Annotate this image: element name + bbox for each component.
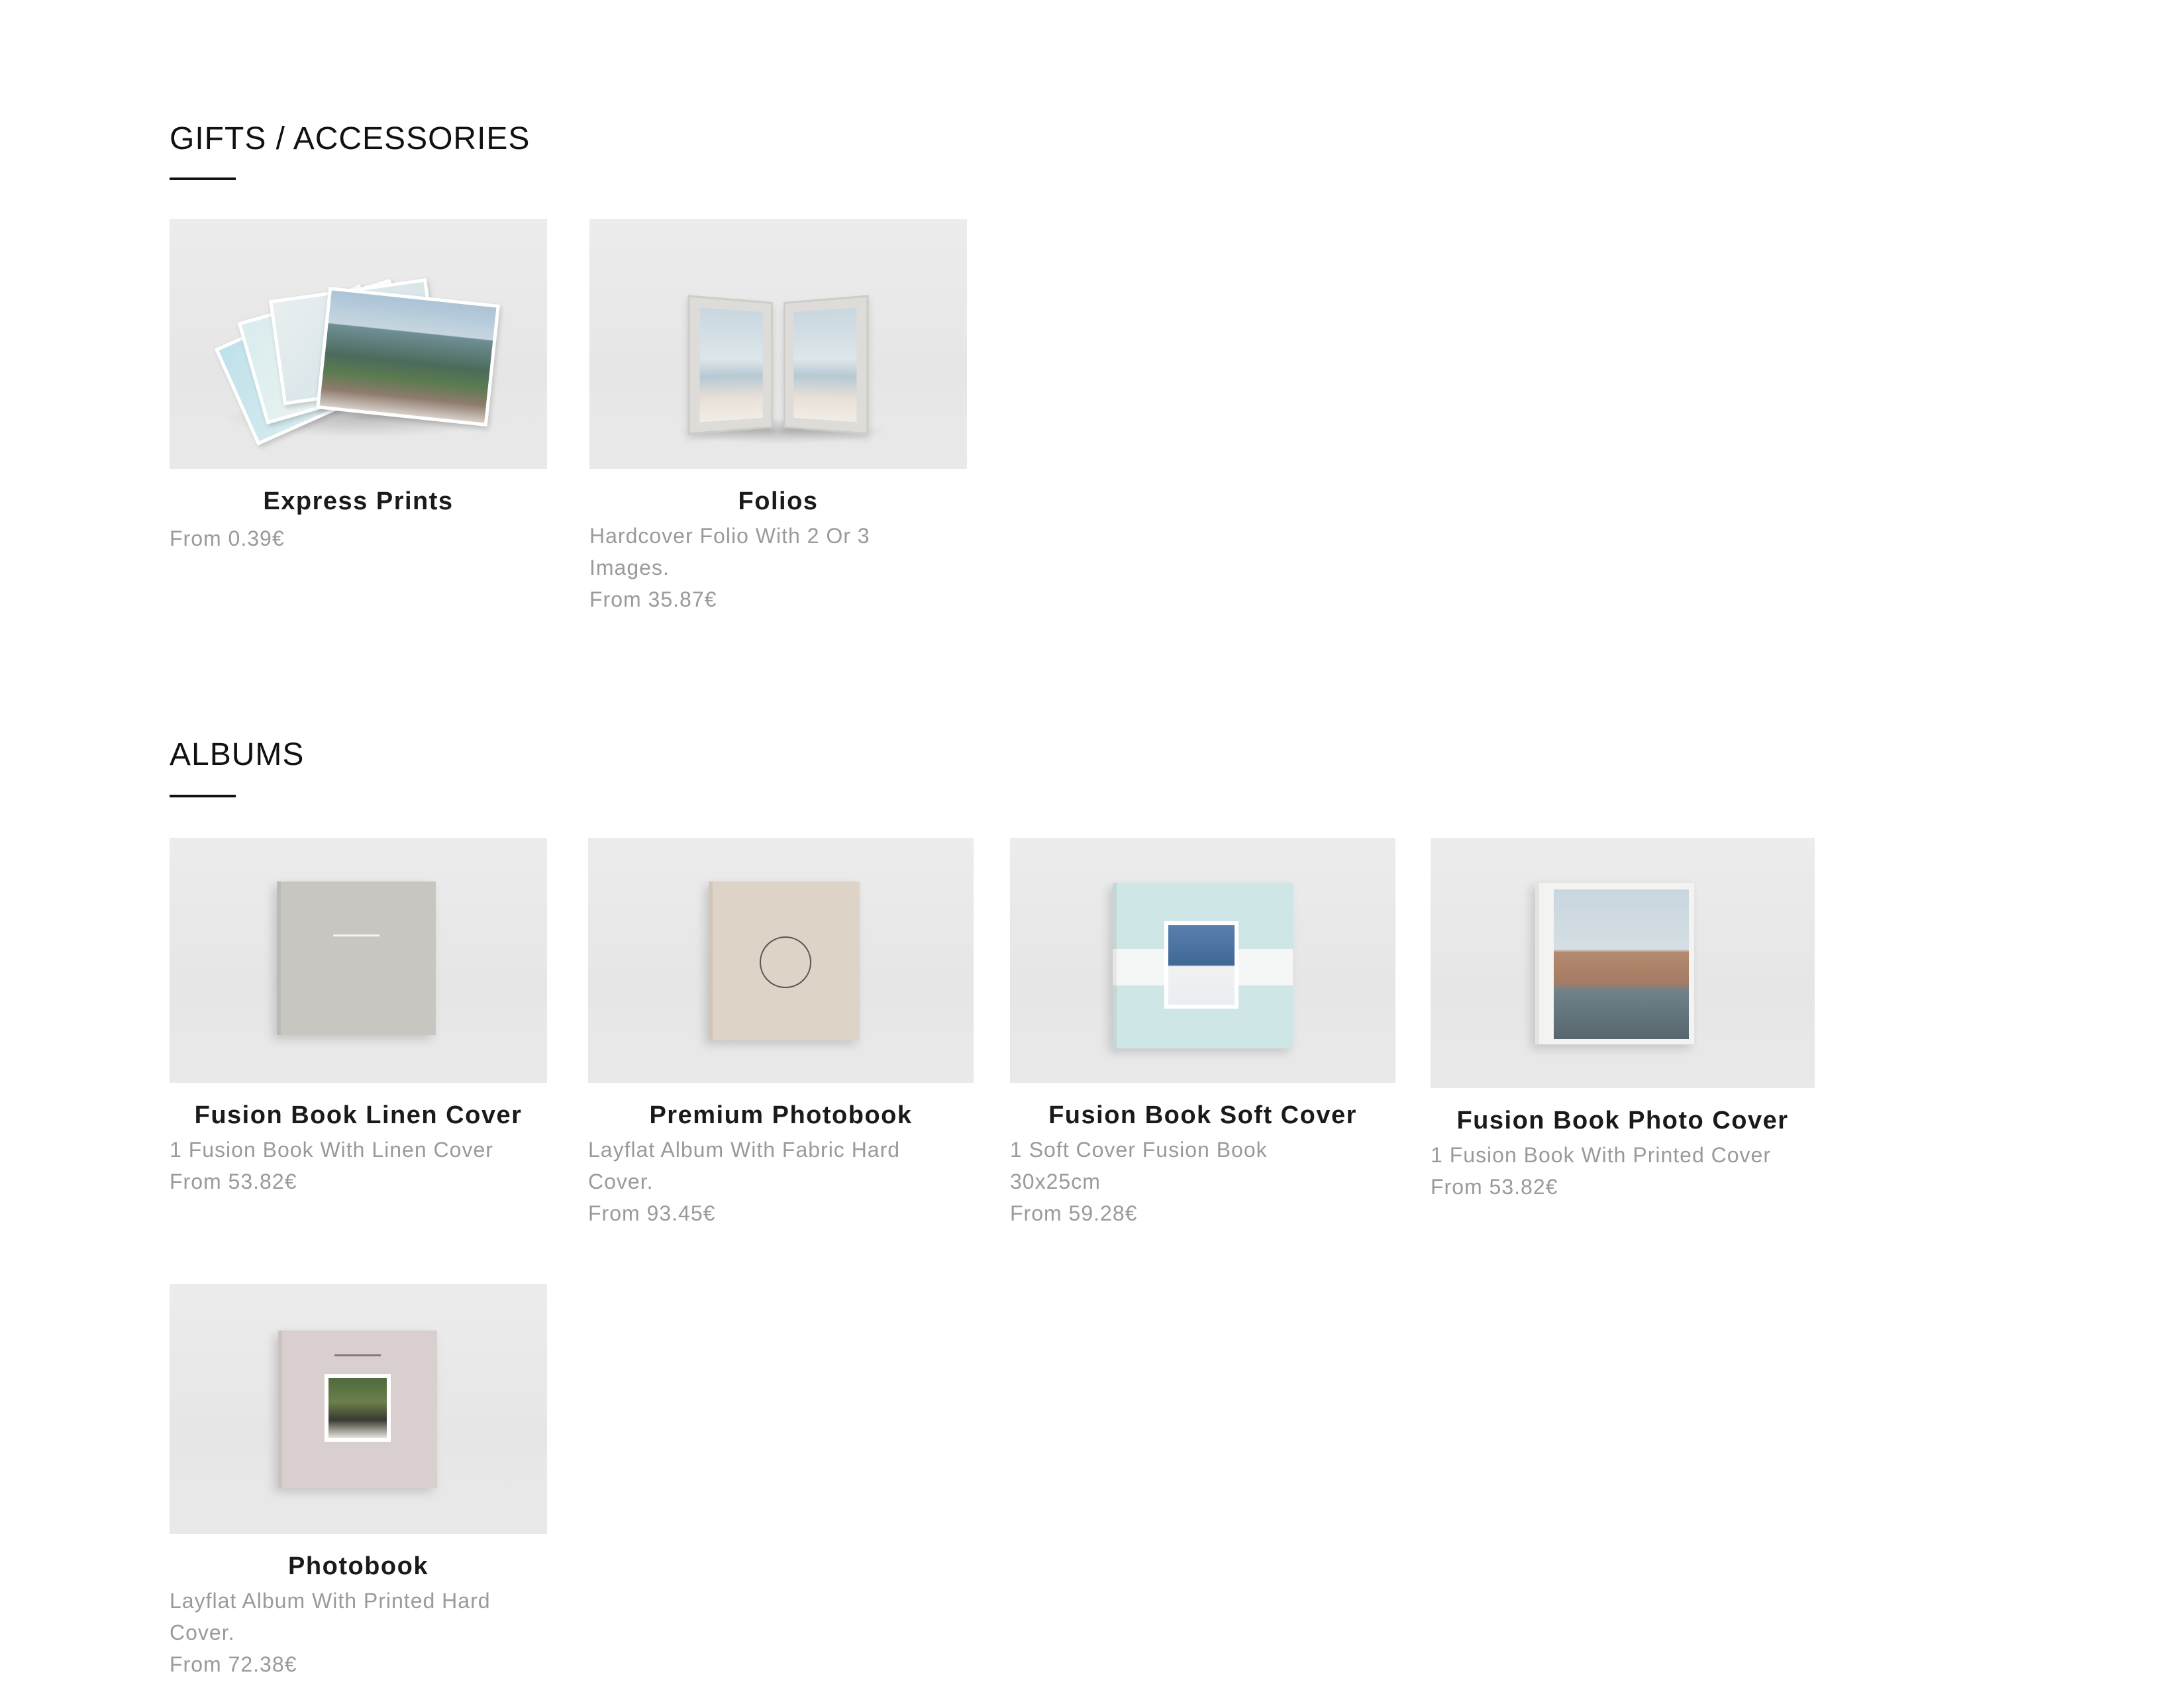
product-name[interactable]: Express Prints	[170, 487, 547, 516]
cover-photo-decoration	[325, 1374, 391, 1442]
logo-badge-decoration	[760, 936, 811, 988]
fabric-book-decoration	[709, 881, 860, 1040]
cover-text-decoration	[334, 1354, 381, 1356]
folio-photo	[699, 307, 763, 423]
photo-cover-book-decoration	[1535, 883, 1694, 1044]
folio-photo	[793, 307, 857, 423]
product-description: 1 Soft Cover Fusion Book 30x25cm	[1010, 1138, 1268, 1193]
product-name[interactable]: Fusion Book Soft Cover	[1010, 1101, 1395, 1130]
product-image-folios[interactable]	[589, 219, 967, 469]
soft-cover-book-decoration	[1113, 883, 1293, 1048]
product-card-fusion-book-linen-cover[interactable]: Fusion Book Linen Cover 1 Fusion Book Wi…	[170, 838, 547, 1197]
product-price: From 35.87€	[589, 587, 717, 611]
product-image-fusion-book-linen-cover[interactable]	[170, 838, 547, 1083]
folio-panel	[687, 295, 773, 435]
cover-photo-decoration	[1164, 921, 1238, 1009]
product-price: From 72.38€	[170, 1652, 297, 1676]
product-card-fusion-book-photo-cover[interactable]: Fusion Book Photo Cover 1 Fusion Book Wi…	[1431, 838, 1815, 1203]
product-price: From 53.82€	[170, 1170, 297, 1193]
product-card-folios[interactable]: Folios Hardcover Folio With 2 Or 3 Image…	[589, 219, 967, 615]
product-image-fusion-book-photo-cover[interactable]	[1431, 838, 1815, 1088]
section-divider	[170, 795, 236, 797]
product-price: From 0.39€	[170, 527, 285, 550]
product-description: 1 Fusion Book With Printed Cover	[1431, 1143, 1771, 1167]
product-name[interactable]: Folios	[589, 487, 967, 516]
product-name[interactable]: Premium Photobook	[588, 1101, 974, 1130]
product-name[interactable]: Fusion Book Photo Cover	[1431, 1107, 1815, 1135]
printed-book-decoration	[278, 1331, 437, 1488]
product-card-express-prints[interactable]: Express Prints From 0.39€	[170, 219, 547, 554]
product-name[interactable]: Fusion Book Linen Cover	[170, 1101, 547, 1130]
photo-print-landscape-decoration	[316, 286, 500, 427]
product-price: From 59.28€	[1010, 1201, 1138, 1225]
product-image-photobook[interactable]	[170, 1284, 547, 1534]
product-card-premium-photobook[interactable]: Premium Photobook Layflat Album With Fab…	[588, 838, 974, 1229]
product-image-premium-photobook[interactable]	[588, 838, 974, 1083]
product-card-fusion-book-soft-cover[interactable]: Fusion Book Soft Cover 1 Soft Cover Fusi…	[1010, 838, 1395, 1229]
product-description: Hardcover Folio With 2 Or 3 Images.	[589, 524, 870, 579]
cover-photo-venice-decoration	[1554, 889, 1689, 1039]
section-title-gifts-accessories: GIFTS / ACCESSORIES	[170, 121, 531, 156]
product-price: From 93.45€	[588, 1201, 716, 1225]
folio-decoration	[687, 295, 869, 435]
product-name[interactable]: Photobook	[170, 1552, 547, 1581]
product-description: 1 Fusion Book With Linen Cover	[170, 1138, 493, 1162]
product-price: From 53.82€	[1431, 1175, 1558, 1199]
cover-text-decoration	[333, 934, 379, 936]
product-description: Layflat Album With Fabric Hard Cover.	[588, 1138, 901, 1193]
linen-book-decoration	[277, 881, 436, 1035]
product-card-photobook[interactable]: Photobook Layflat Album With Printed Har…	[170, 1284, 547, 1680]
section-divider	[170, 177, 236, 180]
product-image-fusion-book-soft-cover[interactable]	[1010, 838, 1395, 1083]
product-image-express-prints[interactable]	[170, 219, 547, 469]
section-title-albums: ALBUMS	[170, 737, 305, 772]
product-description: Layflat Album With Printed Hard Cover.	[170, 1589, 491, 1644]
folio-panel	[783, 295, 869, 435]
